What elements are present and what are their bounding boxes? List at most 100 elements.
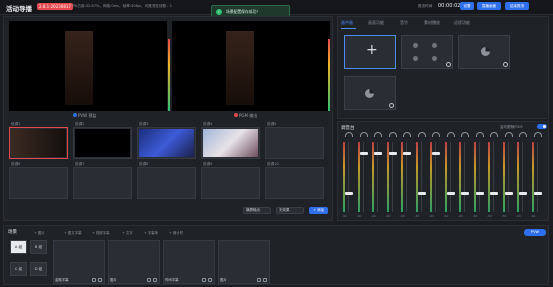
source-slot[interactable]: 信源5 <box>265 122 324 159</box>
headphone-icon[interactable] <box>504 132 513 137</box>
tab-pip[interactable]: 画中画 <box>341 20 353 26</box>
fader-knob[interactable] <box>359 152 368 155</box>
fader-knob[interactable] <box>533 192 542 195</box>
channel-strip[interactable]: -60 <box>371 132 385 222</box>
fader-track[interactable] <box>478 142 480 212</box>
headphone-icon[interactable] <box>432 132 440 137</box>
fader-track[interactable] <box>493 142 494 212</box>
follow-pgm-toggle[interactable] <box>537 124 547 129</box>
tab-audio[interactable]: 音竹 <box>400 20 408 26</box>
group-tile[interactable]: B 组 <box>30 240 47 254</box>
fader-track[interactable] <box>507 142 509 212</box>
headphone-icon[interactable] <box>490 132 498 137</box>
pgm-monitor[interactable] <box>172 21 330 111</box>
edit-icon[interactable] <box>92 278 96 282</box>
channel-strip[interactable]: -60 <box>516 132 530 222</box>
source-slot[interactable]: 信源2 <box>73 122 132 159</box>
pvw-button[interactable]: PVW <box>524 229 546 236</box>
scene-card[interactable]: 时间字幕 <box>163 240 215 284</box>
delete-icon[interactable] <box>208 278 212 282</box>
layout-pip[interactable] <box>458 35 510 69</box>
source-slot[interactable]: 信源10 <box>265 162 324 199</box>
add-text-image-button[interactable]: + 图文字幕 <box>64 230 81 235</box>
fader-knob[interactable] <box>519 192 527 195</box>
headphone-icon[interactable] <box>519 132 527 137</box>
pvw-monitor[interactable] <box>9 21 167 111</box>
channel-strip[interactable]: -60 <box>342 132 356 222</box>
channel-strip[interactable]: -60 <box>458 132 472 222</box>
end-stream-button[interactable]: 结束推流 <box>505 2 529 10</box>
add-source-button[interactable]: + 添加 <box>309 207 328 214</box>
fader-knob[interactable] <box>388 152 397 155</box>
headphone-icon[interactable] <box>417 132 426 137</box>
source-slot[interactable]: 信源4 <box>201 122 260 159</box>
channel-strip[interactable]: -60 <box>357 132 371 222</box>
fader-track[interactable] <box>420 142 422 212</box>
channel-strip[interactable]: -60 <box>502 132 516 222</box>
tab-media[interactable]: 素材播放 <box>424 20 440 26</box>
channel-strip[interactable]: -60 <box>531 132 545 222</box>
fader-track[interactable] <box>522 142 523 212</box>
headphone-icon[interactable] <box>533 132 542 137</box>
scene-card[interactable]: 金融字幕 <box>53 240 105 284</box>
add-bar-button[interactable]: + 字幕条 <box>144 230 158 235</box>
add-layout-button[interactable]: + <box>344 35 396 69</box>
fader-knob[interactable] <box>504 192 513 195</box>
source-slot[interactable]: 信源9 <box>201 162 260 199</box>
source-slot[interactable]: 信源3 <box>137 122 196 159</box>
group-tile[interactable]: A 组 <box>10 240 27 254</box>
source-slot[interactable]: 信源8 <box>137 162 196 199</box>
fader-knob[interactable] <box>475 192 484 195</box>
fader-knob[interactable] <box>432 152 440 155</box>
fader-track[interactable] <box>536 142 538 212</box>
add-video-caption-button[interactable]: + 视频字幕 <box>92 230 109 235</box>
output-select[interactable]: 横屏输出 <box>243 207 271 214</box>
fader-track[interactable] <box>464 142 465 212</box>
fader-knob[interactable] <box>403 152 411 155</box>
channel-strip[interactable]: -60 <box>487 132 501 222</box>
headphone-icon[interactable] <box>388 132 397 137</box>
add-text-button[interactable]: + 文字 <box>122 230 133 235</box>
edit-icon[interactable] <box>202 278 206 282</box>
group-tile[interactable]: D 组 <box>30 262 47 276</box>
headphone-icon[interactable] <box>403 132 411 137</box>
delete-icon[interactable] <box>98 278 102 282</box>
channel-strip[interactable]: -60 <box>429 132 443 222</box>
layout-quad[interactable] <box>401 35 453 69</box>
add-image-button[interactable]: + 图片 <box>34 230 45 235</box>
delete-icon[interactable] <box>153 278 157 282</box>
fader-track[interactable] <box>449 142 451 212</box>
layout-settings-icon[interactable] <box>389 103 394 108</box>
headphone-icon[interactable] <box>475 132 484 137</box>
tab-remote[interactable]: 远程功能 <box>454 20 470 26</box>
scene-card[interactable]: 图片 <box>108 240 160 284</box>
fader-knob[interactable] <box>374 152 382 155</box>
fader-knob[interactable] <box>417 192 426 195</box>
headphone-icon[interactable] <box>359 132 368 137</box>
tab-picture[interactable]: 画面功能 <box>368 20 384 26</box>
headphone-icon[interactable] <box>461 132 469 137</box>
edit-icon[interactable] <box>257 278 261 282</box>
headphone-icon[interactable] <box>345 132 353 137</box>
fader-knob[interactable] <box>490 192 498 195</box>
channel-strip[interactable]: -60 <box>444 132 458 222</box>
scene-card[interactable]: 图片 <box>218 240 270 284</box>
add-countdown-button[interactable]: + 倒计时 <box>169 230 183 235</box>
channel-strip[interactable]: -60 <box>400 132 414 222</box>
fader-knob[interactable] <box>446 192 455 195</box>
source-slot[interactable]: 信源7 <box>73 162 132 199</box>
settings-button[interactable]: 设置 <box>460 2 474 10</box>
layout-pip-2[interactable] <box>344 76 396 110</box>
effect-select[interactable]: 无效果 <box>276 207 304 214</box>
fader-track[interactable] <box>348 142 349 212</box>
fader-knob[interactable] <box>461 192 469 195</box>
headphone-icon[interactable] <box>374 132 382 137</box>
channel-strip[interactable]: -60 <box>386 132 400 222</box>
live-view-button[interactable]: 直播画面 <box>477 2 501 10</box>
channel-strip[interactable]: -60 <box>473 132 487 222</box>
fader-knob[interactable] <box>345 192 353 195</box>
source-slot[interactable]: 信源1 <box>9 122 68 159</box>
source-slot[interactable]: 信源6 <box>9 162 68 199</box>
headphone-icon[interactable] <box>446 132 455 137</box>
layout-settings-icon[interactable] <box>446 62 451 67</box>
